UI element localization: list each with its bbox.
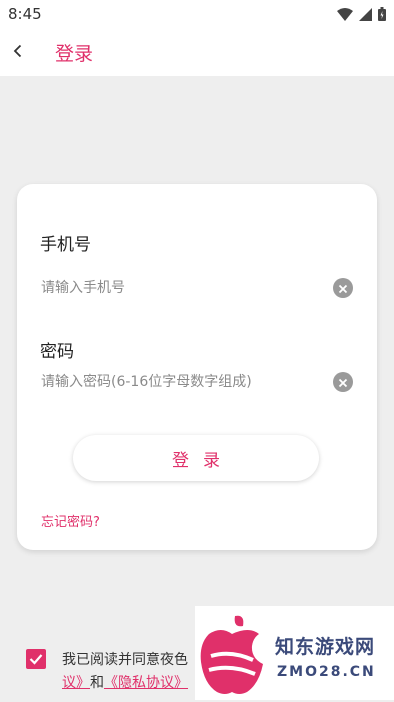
agreement-and-text: 和 xyxy=(90,675,104,691)
agreement-text: 我已阅读并同意夜色 xyxy=(62,652,188,668)
watermark: 知东游戏网 ZMO28.CN xyxy=(195,606,394,700)
user-agreement-link[interactable]: 议》 xyxy=(62,675,90,691)
checkmark-icon xyxy=(29,650,43,669)
privacy-policy-link[interactable]: 《隐私协议》 xyxy=(104,675,188,691)
agreement-checkbox[interactable] xyxy=(26,649,46,669)
phone-label: 手机号 xyxy=(40,235,91,255)
status-icons xyxy=(337,6,386,25)
login-button[interactable]: 登录 xyxy=(73,435,319,481)
app-bar: 登录 xyxy=(0,28,394,76)
forgot-password-link[interactable]: 忘记密码? xyxy=(41,511,100,530)
signal-icon xyxy=(359,6,372,25)
watermark-url: ZMO28.CN xyxy=(277,664,376,680)
status-time: 8:45 xyxy=(8,5,42,23)
password-label: 密码 xyxy=(40,342,74,362)
password-input[interactable] xyxy=(41,368,331,396)
page-title: 登录 xyxy=(55,43,94,65)
watermark-text: 知东游戏网 xyxy=(275,636,376,658)
status-bar: 8:45 xyxy=(0,0,394,28)
chevron-left-icon xyxy=(13,43,23,62)
wifi-icon xyxy=(337,6,353,25)
back-button[interactable] xyxy=(4,36,32,68)
agreement-line-2: 议》和《隐私协议》 xyxy=(62,672,188,692)
password-clear-button[interactable] xyxy=(333,372,353,392)
clear-circle-icon xyxy=(338,373,348,392)
phone-clear-button[interactable] xyxy=(333,278,353,298)
clear-circle-icon xyxy=(338,279,348,298)
apple-logo xyxy=(197,612,267,702)
phone-input[interactable] xyxy=(41,274,331,302)
battery-icon xyxy=(378,6,386,25)
login-card: 手机号 密码 登录 忘记密码? xyxy=(17,184,377,550)
